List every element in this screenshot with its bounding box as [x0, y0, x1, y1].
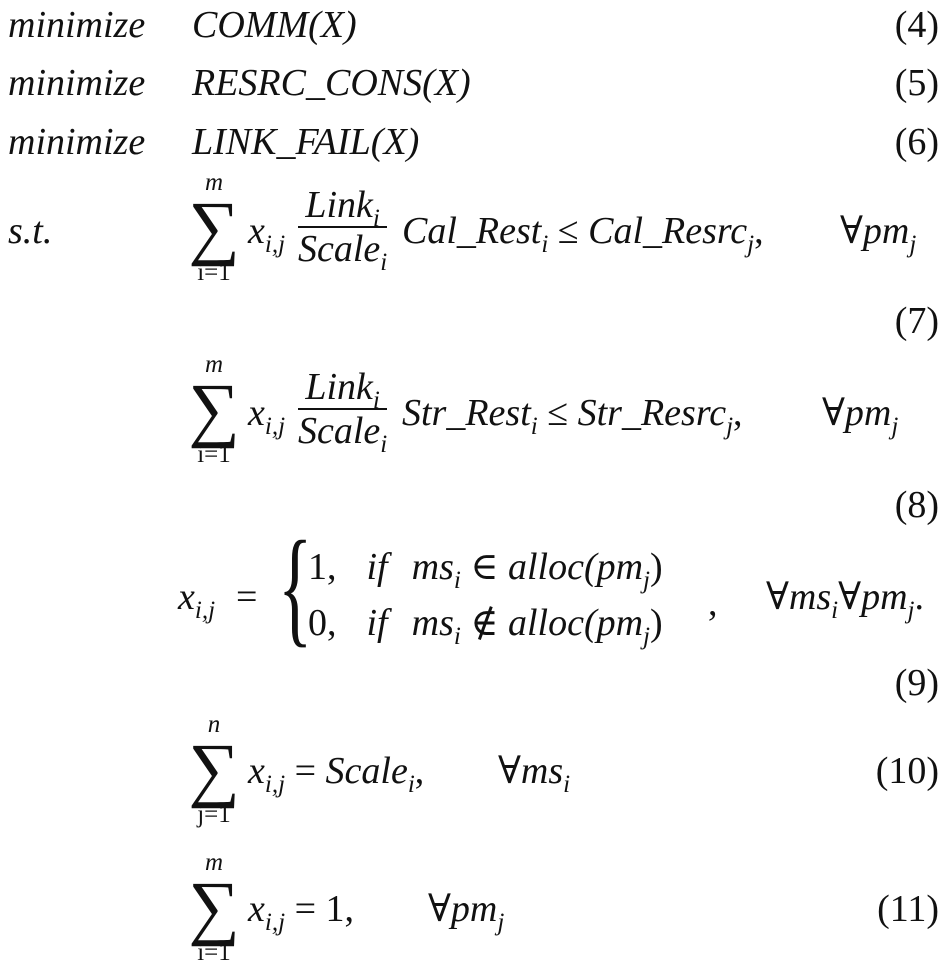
subject-to-label: s.t.	[8, 210, 53, 252]
equals-sign: =	[236, 576, 258, 618]
minimize-keyword: minimize	[8, 121, 146, 163]
equation-number: (11)	[877, 888, 939, 930]
equation-number: (4)	[894, 4, 939, 46]
objective-expression: RESRC_CONS(X)	[192, 62, 471, 104]
equation-number: (10)	[875, 750, 939, 792]
variable-x: xi,j	[248, 392, 286, 440]
equation-number: (9)	[894, 662, 939, 704]
case-row-2: 0, if msi ∉ alloc(pmj)	[308, 602, 663, 650]
forall-quantifier: ∀pmj	[428, 888, 505, 936]
equation-number: (5)	[894, 62, 939, 104]
equation-number: (7)	[894, 300, 939, 342]
minimize-keyword: minimize	[8, 4, 146, 46]
comma: ,	[708, 582, 718, 624]
constraint-expression: Cal_Resti ≤ Cal_Resrcj,	[402, 210, 764, 258]
equation-number: (6)	[894, 121, 939, 163]
constraint-expression: xi,j = Scalei,	[248, 750, 425, 798]
fraction-link-scale: Linki Scalei	[298, 366, 388, 458]
sigma-symbol: ∑	[188, 369, 240, 449]
sigma-symbol: ∑	[188, 729, 240, 809]
variable-x: xi,j	[178, 576, 216, 624]
variable-x: xi,j	[248, 210, 286, 258]
minimize-keyword: minimize	[8, 62, 146, 104]
constraint-expression: xi,j = 1,	[248, 888, 355, 936]
summation: m ∑ i=1	[182, 352, 246, 467]
sigma-symbol: ∑	[188, 187, 240, 267]
objective-expression: COMM(X)	[192, 4, 357, 46]
fraction-link-scale: Linki Scalei	[298, 184, 388, 276]
summation: n ∑ j=1	[182, 712, 246, 827]
summation: m ∑ i=1	[182, 850, 246, 965]
forall-quantifier: ∀msi∀pmj.	[766, 576, 924, 624]
forall-quantifier: ∀msi	[498, 750, 571, 798]
summation: m ∑ i=1	[182, 170, 246, 285]
sigma-symbol: ∑	[188, 867, 240, 947]
case-row-1: 1, if msi ∈ alloc(pmj)	[308, 546, 663, 594]
objective-expression: LINK_FAIL(X)	[192, 121, 420, 163]
equation-number: (8)	[894, 484, 939, 526]
forall-quantifier: ∀pmj	[822, 392, 899, 440]
constraint-expression: Str_Resti ≤ Str_Resrcj,	[402, 392, 743, 440]
forall-quantifier: ∀pmj	[840, 210, 917, 258]
